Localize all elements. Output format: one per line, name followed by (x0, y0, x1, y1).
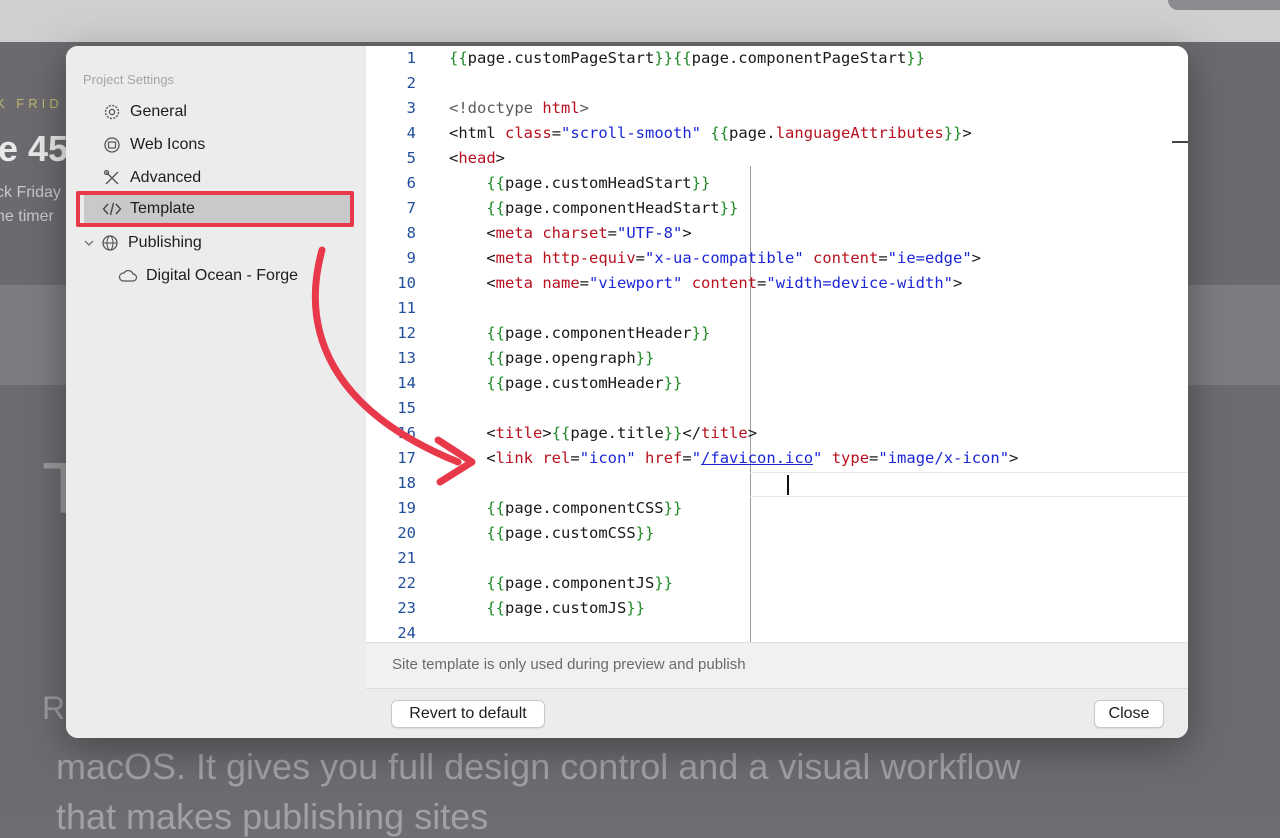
template-code-editor[interactable]: 1 {{page.customPageStart}}{{page.componen… (366, 46, 1188, 642)
close-button[interactable]: Close (1094, 700, 1164, 728)
line-number: 12 (397, 324, 416, 342)
code-line: 23 {{page.customJS}} (366, 596, 1188, 621)
line-number: 23 (397, 599, 416, 617)
line-number: 17 (397, 449, 416, 467)
sidebar-item-publishing[interactable]: Publishing (82, 228, 202, 258)
code-line: 3 <!doctype html> (366, 96, 1188, 121)
line-number: 6 (406, 174, 416, 192)
code-line: 20 {{page.customCSS}} (366, 521, 1188, 546)
sidebar-item-general[interactable]: General (102, 97, 187, 127)
line-number: 1 (406, 49, 416, 67)
sidebar-item-web-icons[interactable]: Web Icons (102, 130, 205, 160)
sidebar-title: Project Settings (83, 72, 175, 87)
template-highlight-annotation (76, 191, 354, 227)
tools-icon (102, 168, 122, 188)
code-line: 4 <html class="scroll-smooth" {{page.lang… (366, 121, 1188, 146)
code-line: 7 {{page.componentHeadStart}} (366, 196, 1188, 221)
line-number: 15 (397, 399, 416, 417)
sidebar-item-label: Web Icons (130, 136, 206, 153)
code-line: 10 <meta name="viewport" content="width=… (366, 271, 1188, 296)
code-line: 17 <link rel="icon" href="/favicon.ico" … (366, 446, 1188, 471)
template-note-bar: Site template is only used during previe… (366, 642, 1188, 689)
background-topbar (0, 0, 1280, 42)
line-number: 2 (406, 74, 416, 92)
line-number: 11 (397, 299, 416, 317)
line-number: 16 (397, 424, 416, 442)
project-settings-dialog: Project Settings General Web Icons Advan… (66, 46, 1188, 738)
line-number: 4 (406, 124, 416, 142)
line-number: 19 (397, 499, 416, 517)
background-paragraph-1: macOS. It gives you full design control … (56, 746, 1021, 787)
code-line: 8 <meta charset="UTF-8"> (366, 221, 1188, 246)
line-number: 5 (406, 149, 416, 167)
background-subtitle-1: ck Friday (0, 184, 61, 201)
background-para-lead: R (42, 690, 66, 726)
code-line: 5 <head> (366, 146, 1188, 171)
line-number: 21 (397, 549, 416, 567)
template-note: Site template is only used during previe… (392, 656, 746, 673)
code-line: 11 (366, 296, 1188, 321)
gear-icon (102, 102, 122, 122)
sidebar-item-advanced[interactable]: Advanced (102, 163, 201, 193)
line-number: 9 (406, 249, 416, 267)
sidebar-item-label: Advanced (130, 169, 202, 186)
code-line: 13 {{page.opengraph}} (366, 346, 1188, 371)
line-number: 22 (397, 574, 416, 592)
globe-icon (100, 233, 120, 253)
sidebar-item-label: Digital Ocean - Forge (146, 267, 299, 284)
revert-to-default-button[interactable]: Revert to default (391, 700, 545, 728)
background-subtitle-2: he timer (0, 208, 54, 225)
code-line: 14 {{page.customHeader}} (366, 371, 1188, 396)
line-number: 13 (397, 349, 416, 367)
code-line: 1 {{page.customPageStart}}{{page.componen… (366, 46, 1188, 71)
code-line: 6 {{page.customHeadStart}} (366, 171, 1188, 196)
code-line: 16 <title>{{page.title}}</title> (366, 421, 1188, 446)
cloud-icon (118, 266, 138, 286)
code-line: 2 (366, 71, 1188, 96)
line-number: 8 (406, 224, 416, 242)
background-eyebrow: K FRID (0, 96, 63, 111)
background-paragraph-2: that makes publishing sites (56, 796, 489, 837)
code-line: 24 (366, 621, 1188, 642)
code-line: 12 {{page.componentHeader}} (366, 321, 1188, 346)
sidebar-item-digital-ocean-forge[interactable]: Digital Ocean - Forge (118, 261, 298, 291)
code-line: 19 {{page.componentCSS}} (366, 496, 1188, 521)
code-line: 22 {{page.componentJS}} (366, 571, 1188, 596)
background-pill (1168, 0, 1280, 10)
sidebar-item-label: Publishing (128, 234, 202, 251)
code-line: 9 <meta http-equiv="x-ua-compatible" con… (366, 246, 1188, 271)
line-number: 3 (406, 99, 416, 117)
chevron-down-icon[interactable] (82, 233, 96, 253)
line-number: 7 (406, 199, 416, 217)
line-number: 20 (397, 524, 416, 542)
code-line: 18 (366, 471, 1188, 496)
line-number: 24 (397, 624, 416, 642)
settings-sidebar: Project Settings General Web Icons Advan… (66, 46, 366, 738)
sidebar-item-label: General (130, 103, 187, 120)
web-icons-icon (102, 135, 122, 155)
line-number: 14 (397, 374, 416, 392)
line-number: 18 (397, 474, 416, 492)
background-headline: e 45 (0, 128, 69, 169)
dialog-footer: Revert to default Close (366, 688, 1188, 738)
text-caret (787, 475, 789, 495)
code-line: 15 (366, 396, 1188, 421)
code-line: 21 (366, 546, 1188, 571)
line-number: 10 (397, 274, 416, 292)
